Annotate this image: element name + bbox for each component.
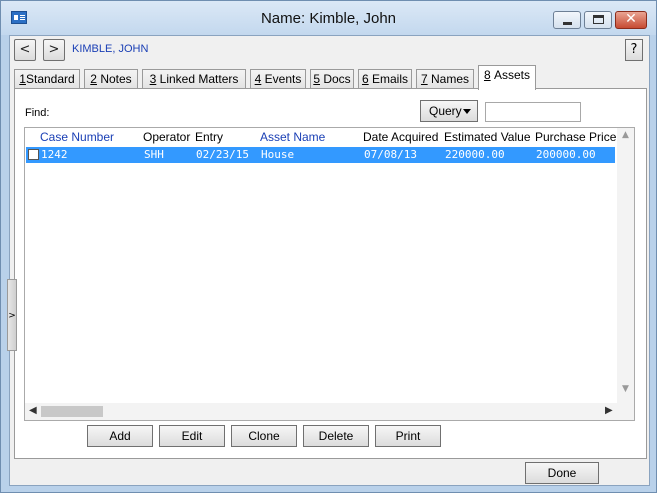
column-header-purchase-price[interactable]: Purchase Price (535, 130, 616, 144)
query-label: Query (429, 104, 462, 118)
minimize-icon (563, 22, 572, 25)
maximize-button[interactable] (584, 11, 612, 29)
print-button[interactable]: Print (375, 425, 441, 447)
maximize-icon (593, 15, 604, 24)
tab-key: 2 (90, 72, 97, 86)
next-record-button[interactable]: > (43, 39, 65, 61)
clone-button[interactable]: Clone (231, 425, 297, 447)
vertical-scrollbar[interactable]: ▲ ▼ (617, 128, 634, 403)
tab-key: 5 (313, 72, 320, 86)
tab-docs[interactable]: 5 Docs (310, 69, 354, 89)
title-bar[interactable]: Name: Kimble, John ✕ (1, 1, 656, 35)
delete-button[interactable]: Delete (303, 425, 369, 447)
close-button[interactable]: ✕ (615, 11, 647, 29)
assets-grid: Case Number Operator Entry Asset Name Da… (24, 127, 635, 421)
chevron-down-icon (463, 109, 471, 114)
tab-key: 8 (483, 68, 491, 82)
column-header-date-acquired[interactable]: Date Acquired (363, 130, 438, 144)
previous-record-button[interactable]: < (14, 39, 36, 61)
add-button[interactable]: Add (87, 425, 153, 447)
tab-label: Emails (372, 72, 409, 86)
column-header-asset-name[interactable]: Asset Name (260, 130, 325, 144)
column-header-operator[interactable]: Operator (143, 130, 190, 144)
cell-asset-name: House (261, 148, 295, 161)
scroll-left-icon[interactable]: ◀ (29, 405, 37, 416)
tab-label: Linked Matters (159, 72, 239, 86)
record-name: KIMBLE, JOHN (72, 43, 149, 55)
tab-key: 6 (361, 72, 369, 86)
close-icon: ✕ (625, 11, 637, 27)
cell-purchase-price: 200000.00 (536, 148, 596, 161)
tab-standard[interactable]: 1Standard (14, 69, 80, 89)
cell-entry: 02/23/15 (196, 148, 249, 161)
client-area: < > KIMBLE, JOHN ? 1Standard 2 Notes 3 L… (7, 35, 650, 486)
tab-label: Events (264, 72, 302, 86)
cell-estimated-value: 220000.00 (445, 148, 505, 161)
scroll-thumb[interactable] (41, 406, 103, 417)
column-header-case-number[interactable]: Case Number (40, 130, 114, 144)
tab-label: Standard (25, 72, 75, 86)
scroll-up-icon[interactable]: ▲ (617, 130, 634, 140)
expand-side-panel-button[interactable]: > (7, 279, 17, 351)
assets-panel: > Find: Query Case Number Operator Entry… (7, 88, 647, 459)
help-button[interactable]: ? (625, 39, 643, 61)
horizontal-scrollbar[interactable]: ◀ ▶ (25, 403, 634, 420)
cell-operator: SHH (144, 148, 164, 161)
tab-label: Notes (100, 72, 132, 86)
tab-events[interactable]: 4 Events (250, 69, 306, 89)
tab-emails[interactable]: 6 Emails (358, 69, 412, 89)
table-row[interactable]: 1242 SHH 02/23/15 House 07/08/13 220000.… (26, 147, 615, 163)
row-checkbox[interactable] (28, 149, 39, 160)
find-label: Find: (25, 107, 50, 119)
column-header-entry[interactable]: Entry (195, 130, 223, 144)
tab-label: Assets (494, 68, 531, 82)
cell-date-acquired: 07/08/13 (364, 148, 417, 161)
tab-key: 1 (19, 72, 26, 86)
minimize-button[interactable] (553, 11, 581, 29)
tab-assets[interactable]: 8 Assets (478, 65, 536, 90)
find-input[interactable] (485, 102, 581, 122)
done-button[interactable]: Done (525, 462, 599, 484)
tab-label: Names (431, 72, 470, 86)
column-header-estimated-value[interactable]: Estimated Value (444, 130, 531, 144)
edit-button[interactable]: Edit (159, 425, 225, 447)
query-dropdown[interactable]: Query (420, 100, 478, 122)
tab-key: 3 (149, 72, 157, 86)
tab-label: Docs (323, 72, 351, 86)
tab-names[interactable]: 7 Names (416, 69, 474, 89)
tab-notes[interactable]: 2 Notes (84, 69, 138, 89)
tab-key: 4 (254, 72, 262, 86)
cell-case-number: 1242 (41, 148, 68, 161)
app-window: Name: Kimble, John ✕ < > KIMBLE, JOHN ? … (0, 0, 657, 493)
scroll-down-icon[interactable]: ▼ (617, 384, 634, 394)
tab-linked-matters[interactable]: 3 Linked Matters (142, 69, 246, 89)
tab-key: 7 (420, 72, 428, 86)
scroll-right-icon[interactable]: ▶ (605, 405, 613, 416)
